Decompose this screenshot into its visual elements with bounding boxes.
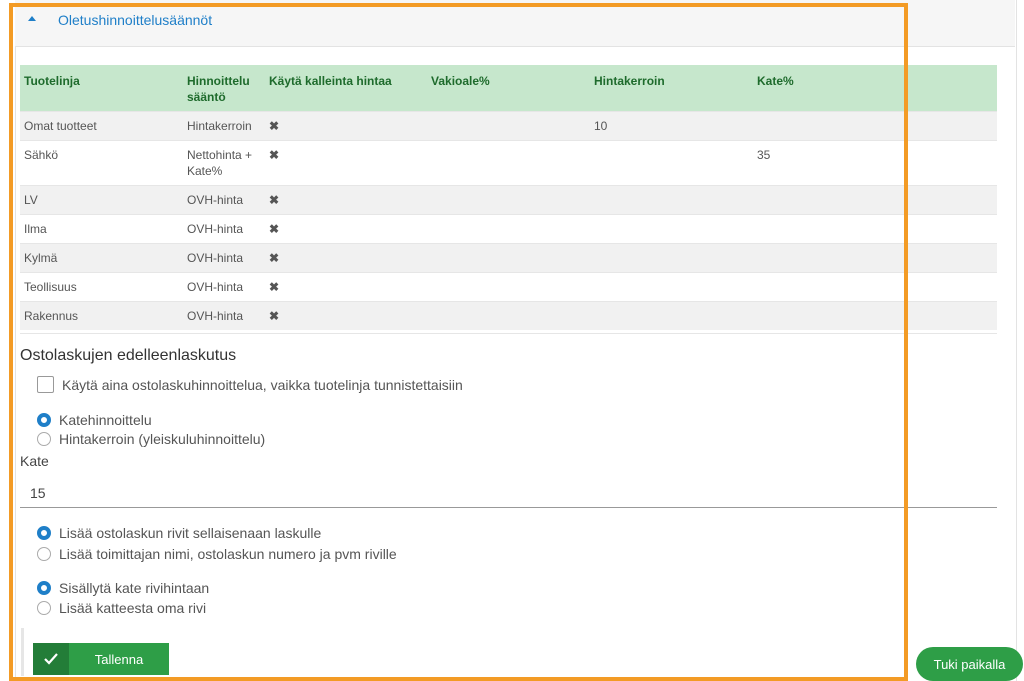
cell-product-line: LV [20, 185, 183, 215]
radio-margin-pricing[interactable]: Katehinnoittelu [37, 412, 152, 428]
cell-pricing-rule: Nettohinta + Kate% [183, 140, 265, 186]
col-header-margin: Kate% [753, 65, 997, 112]
table-row[interactable]: Sähkö Nettohinta + Kate% ✖ 35 [20, 140, 997, 186]
table-row[interactable]: Teollisuus OVH-hinta ✖ [20, 272, 997, 302]
table-row[interactable]: Kylmä OVH-hinta ✖ [20, 243, 997, 273]
cell-price-factor [590, 214, 753, 244]
radio-label: Lisää ostolaskun rivit sellaisenaan lask… [59, 525, 322, 541]
radio-unselected-icon[interactable] [37, 601, 51, 615]
cell-price-factor [590, 301, 753, 330]
radio-add-supplier-info[interactable]: Lisää toimittajan nimi, ostolaskun numer… [37, 546, 397, 562]
table-row[interactable]: LV OVH-hinta ✖ [20, 185, 997, 215]
col-header-use-highest-price: Käytä kalleinta hintaa [265, 65, 427, 112]
margin-label: Kate [20, 453, 49, 469]
cell-margin [753, 185, 997, 215]
cell-standard-discount [427, 140, 590, 186]
cell-pricing-rule: OVH-hinta [183, 272, 265, 302]
cell-standard-discount [427, 272, 590, 302]
checkbox-label: Käytä aina ostolaskuhinnoittelua, vaikka… [62, 376, 463, 393]
radio-unselected-icon[interactable] [37, 432, 51, 446]
cell-standard-discount [427, 111, 590, 141]
x-mark-icon: ✖ [265, 185, 427, 215]
col-header-price-factor: Hintakerroin [590, 65, 753, 112]
cell-standard-discount [427, 301, 590, 330]
cell-product-line: Sähkö [20, 140, 183, 186]
cell-margin [753, 272, 997, 302]
radio-label: Katehinnoittelu [59, 412, 152, 428]
invoicing-heading: Ostolaskujen edelleenlaskutus [20, 347, 237, 364]
cell-standard-discount [427, 185, 590, 215]
cell-pricing-rule: Hintakerroin [183, 111, 265, 141]
cell-standard-discount [427, 243, 590, 273]
x-mark-icon: ✖ [265, 272, 427, 302]
cell-product-line: Rakennus [20, 301, 183, 330]
cell-margin: 35 [753, 140, 997, 186]
cell-price-factor [590, 185, 753, 215]
margin-input[interactable] [20, 478, 997, 508]
radio-selected-icon[interactable] [37, 526, 51, 540]
always-invoice-pricing-checkbox[interactable]: Käytä aina ostolaskuhinnoittelua, vaikka… [37, 376, 463, 393]
radio-label: Sisällytä kate rivihintaan [59, 580, 210, 596]
radio-selected-icon[interactable] [37, 413, 51, 427]
radio-unselected-icon[interactable] [37, 547, 51, 561]
col-header-product-line: Tuotelinja [20, 65, 183, 112]
cell-pricing-rule: OVH-hinta [183, 301, 265, 330]
radio-separate-margin-row[interactable]: Lisää katteesta oma rivi [37, 600, 206, 616]
cell-product-line: Teollisuus [20, 272, 183, 302]
cell-margin [753, 301, 997, 330]
cell-pricing-rule: OVH-hinta [183, 243, 265, 273]
cell-price-factor [590, 243, 753, 273]
cell-price-factor [590, 140, 753, 186]
table-row[interactable]: Rakennus OVH-hinta ✖ [20, 301, 997, 330]
radio-label: Lisää toimittajan nimi, ostolaskun numer… [59, 546, 397, 562]
x-mark-icon: ✖ [265, 243, 427, 273]
cell-margin [753, 111, 997, 141]
cell-product-line: Kylmä [20, 243, 183, 273]
cell-pricing-rule: OVH-hinta [183, 185, 265, 215]
save-button-label: Tallenna [94, 651, 144, 667]
radio-add-rows-as-is[interactable]: Lisää ostolaskun rivit sellaisenaan lask… [37, 525, 321, 541]
cell-product-line: Omat tuotteet [20, 111, 183, 141]
caret-up-icon[interactable] [28, 16, 36, 21]
col-header-pricing-rule: Hinnoittelu sääntö [183, 65, 265, 112]
section-divider [20, 333, 997, 334]
section-title[interactable]: Oletushinnoittelusäännöt [58, 12, 212, 28]
radio-price-factor[interactable]: Hintakerroin (yleiskuluhinnoittelu) [37, 431, 265, 447]
cell-pricing-rule: OVH-hinta [183, 214, 265, 244]
cell-price-factor: 10 [590, 111, 753, 141]
save-area-bar [21, 628, 24, 676]
radio-label: Lisää katteesta oma rivi [59, 600, 207, 616]
table-row[interactable]: Omat tuotteet Hintakerroin ✖ 10 [20, 111, 997, 141]
table-header-row: Tuotelinja Hinnoittelu sääntö Käytä kall… [20, 65, 997, 112]
cell-margin [753, 214, 997, 244]
x-mark-icon: ✖ [265, 140, 427, 186]
radio-include-margin-in-price[interactable]: Sisällytä kate rivihintaan [37, 580, 209, 596]
cell-standard-discount [427, 214, 590, 244]
checkbox-box[interactable] [37, 376, 54, 393]
x-mark-icon: ✖ [265, 301, 427, 330]
cell-price-factor [590, 272, 753, 302]
cell-margin [753, 243, 997, 273]
table-row[interactable]: Ilma OVH-hinta ✖ [20, 214, 997, 244]
x-mark-icon: ✖ [265, 214, 427, 244]
radio-selected-icon[interactable] [37, 581, 51, 595]
radio-label: Hintakerroin (yleiskuluhinnoittelu) [59, 431, 266, 447]
support-button[interactable]: Tuki paikalla [916, 647, 1023, 681]
col-header-standard-discount: Vakioale% [427, 65, 590, 112]
x-mark-icon: ✖ [265, 111, 427, 141]
save-button[interactable]: Tallenna [33, 643, 169, 675]
pricing-rules-table: Tuotelinja Hinnoittelu sääntö Käytä kall… [20, 65, 997, 330]
cell-product-line: Ilma [20, 214, 183, 244]
check-icon [33, 643, 69, 675]
